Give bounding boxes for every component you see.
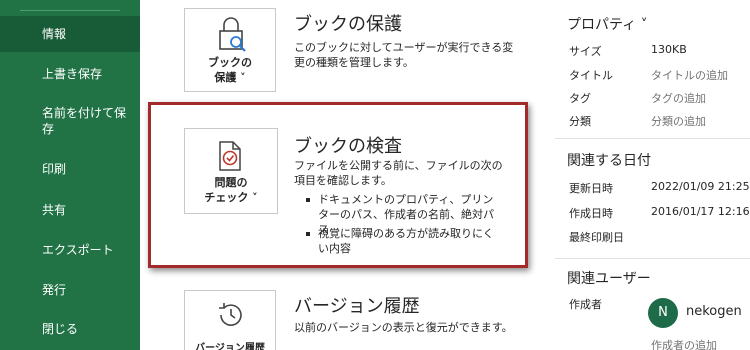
related-people-title: 関連ユーザー	[567, 271, 651, 287]
sidebar-item-save[interactable]: 上書き保存	[0, 66, 140, 82]
author-name[interactable]: nekogen	[686, 304, 742, 319]
prop-label-category: 分類	[569, 115, 591, 128]
sidebar-item-info[interactable]: 情報	[0, 16, 140, 52]
add-author-field[interactable]: 作成者の追加	[651, 337, 717, 350]
highlight-frame	[148, 102, 528, 268]
prop-label-tags: タグ	[569, 92, 591, 105]
sidebar-item-save-as[interactable]: 名前を付けて保存	[0, 105, 140, 137]
prop-value-category-field[interactable]: 分類の追加	[651, 113, 706, 129]
version-button-label: バージョン履歴	[195, 343, 265, 350]
sidebar-divider	[20, 10, 120, 11]
version-history-title: バージョン履歴	[294, 296, 420, 317]
version-history-button[interactable]: バージョン履歴	[184, 290, 276, 350]
protect-button-label-line2: 保護 ˅	[214, 71, 246, 84]
date-label-last-printed: 最終印刷日	[569, 231, 624, 244]
avatar[interactable]: N	[648, 298, 678, 328]
date-value-created: 2016/01/17 12:16	[651, 205, 750, 218]
date-label-modified: 更新日時	[569, 182, 613, 195]
prop-value-size: 130KB	[651, 43, 687, 56]
prop-label-title: タイトル	[569, 69, 613, 82]
protect-button-label-line1: ブックの	[208, 56, 252, 69]
sidebar-item-print[interactable]: 印刷	[0, 161, 140, 177]
sidebar-item-close[interactable]: 閉じる	[0, 321, 140, 337]
prop-value-tags-field[interactable]: タグの追加	[651, 90, 706, 106]
prop-label-size: サイズ	[569, 45, 602, 58]
related-dates-title: 関連する日付	[567, 153, 651, 169]
protect-workbook-title: ブックの保護	[294, 14, 402, 35]
version-history-description: 以前のバージョンの表示と復元ができます。	[294, 321, 513, 334]
sidebar-item-publish[interactable]: 発行	[0, 282, 140, 298]
section-divider	[555, 138, 750, 139]
properties-title[interactable]: プロパティ ˅	[567, 14, 648, 34]
backstage-sidebar: 情報 上書き保存 名前を付けて保存 印刷 共有 エクスポート 発行 閉じる	[0, 0, 140, 350]
date-value-modified: 2022/01/09 21:25	[651, 180, 750, 193]
lock-icon	[219, 17, 246, 52]
author-label: 作成者	[569, 298, 602, 311]
date-label-created: 作成日時	[569, 207, 613, 220]
protect-workbook-description: このブックに対してユーザーが実行できる変更の種類を管理します。	[294, 41, 514, 69]
history-clock-icon	[219, 303, 242, 326]
prop-value-title-field[interactable]: タイトルの追加	[651, 67, 728, 83]
sidebar-item-share[interactable]: 共有	[0, 202, 140, 218]
protect-workbook-button[interactable]: ブックの 保護 ˅	[184, 8, 276, 92]
sidebar-item-export[interactable]: エクスポート	[0, 242, 140, 258]
section-divider	[555, 258, 750, 259]
